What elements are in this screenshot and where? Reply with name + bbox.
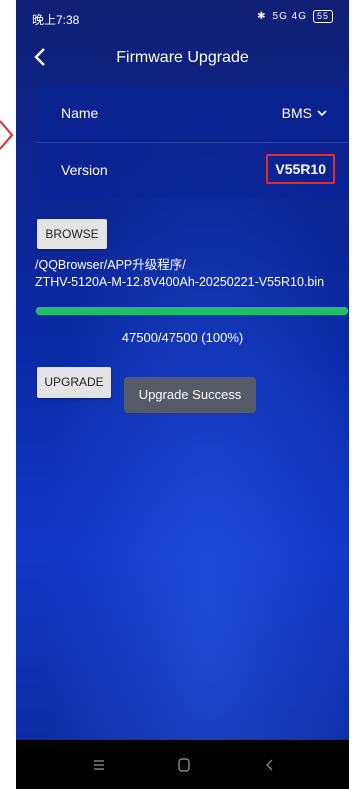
title-bar: Firmware Upgrade <box>16 38 349 78</box>
name-label: Name <box>61 105 99 121</box>
system-nav-bar <box>16 740 349 789</box>
version-row: Version V55R10 <box>36 142 349 199</box>
status-icons: ✱ 5G 4G 55 <box>257 10 333 23</box>
version-value: V55R10 <box>266 154 335 184</box>
version-label: Version <box>61 162 108 178</box>
upgrade-button[interactable]: UPGRADE <box>37 367 111 398</box>
file-path-name: ZTHV-5120A-M-12.8V400Ah-20250221-V55R10.… <box>35 275 325 289</box>
progress-text: 47500/47500 (100%) <box>121 330 244 345</box>
name-value: BMS <box>281 105 312 121</box>
phone-screen: 晚上7:38 ✱ 5G 4G 55 Firmware Upgrade Name … <box>16 0 349 789</box>
menu-icon[interactable] <box>88 754 110 776</box>
page-title: Firmware Upgrade <box>116 49 249 66</box>
bluetooth-icon: ✱ <box>257 11 267 22</box>
file-path-dir: /QQBrowser/APP升级程序/ <box>35 258 186 272</box>
progress-bar <box>36 307 348 315</box>
device-info-card: Name BMS Version V55R10 <box>36 86 349 198</box>
name-dropdown[interactable]: BMS <box>282 105 328 121</box>
status-time: 晚上7:38 <box>32 13 80 27</box>
name-row: Name BMS <box>36 86 349 142</box>
signal-icon: 5G 4G <box>272 11 307 22</box>
chevron-down-icon <box>317 110 327 117</box>
home-icon[interactable] <box>173 754 195 776</box>
left-annotation-chevron <box>0 120 14 150</box>
toast-message: Upgrade Success <box>124 377 256 413</box>
battery-icon: 55 <box>312 10 333 23</box>
progress-fill <box>36 307 348 315</box>
file-path: /QQBrowser/APP升级程序/ ZTHV-5120A-M-12.8V40… <box>35 257 349 291</box>
back-nav-icon[interactable] <box>259 754 281 776</box>
status-bar: 晚上7:38 ✱ 5G 4G 55 <box>16 0 349 36</box>
browse-button[interactable]: BROWSE <box>37 219 107 249</box>
